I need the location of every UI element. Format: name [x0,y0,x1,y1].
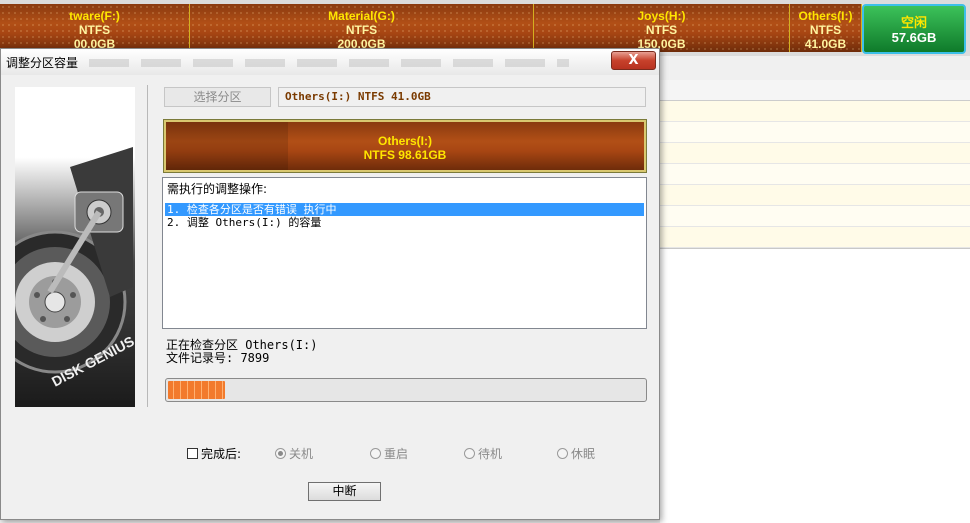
table-row[interactable] [660,122,970,143]
hard-disk-icon: DISK GENIUS [15,147,135,390]
radio-shutdown[interactable]: 关机 [275,445,313,462]
checkbox-icon[interactable] [187,448,198,459]
radio-label: 关机 [289,447,314,461]
partition-block-i[interactable]: Others(I:) NTFS 41.0GB [790,4,862,52]
table-row[interactable] [660,143,970,164]
dialog-title: 调整分区容量 [6,56,79,70]
table-row[interactable] [660,164,970,185]
after-complete-checkbox[interactable]: 完成后: [187,445,241,462]
divider [660,248,970,249]
selected-partition-field: Others(I:) NTFS 41.0GB [278,87,646,107]
partition-size: 41.0GB [804,37,847,51]
partition-name: Joys(H:) [637,9,686,23]
table-row[interactable] [660,206,970,227]
partition-preview-bar: Others(I:) NTFS 98.61GB [166,122,644,170]
partition-block-f[interactable]: tware(F:) NTFS 00.0GB [0,4,190,52]
radio-hibernate[interactable]: 休眠 [557,445,595,462]
table-row[interactable] [660,227,970,248]
partition-fs: NTFS [78,23,111,37]
background-list [660,101,970,248]
radio-icon[interactable] [557,448,568,459]
radio-label: 重启 [384,447,409,461]
radio-icon[interactable] [275,448,286,459]
status-text: 正在检查分区 Others(I:) 文件记录号: 7899 [166,339,317,365]
preview-name: Others(I:) [378,134,432,148]
free-size: 57.6GB [891,30,937,45]
progress-fill [168,381,226,399]
partition-name: Others(I:) [798,9,853,23]
partition-block-g[interactable]: Material(G:) NTFS 200.0GB [190,4,534,52]
radio-reboot[interactable]: 重启 [370,445,408,462]
list-item[interactable]: 1. 检查各分区是否有错误 执行中 [165,203,644,216]
free-space-block[interactable]: 空闲 57.6GB [862,4,966,54]
operations-list[interactable]: 需执行的调整操作: 1. 检查各分区是否有错误 执行中 2. 调整 Others… [162,177,647,329]
after-complete-label: 完成后: [201,447,242,461]
progress-bar [165,378,647,402]
radio-label: 休眠 [571,447,596,461]
list-item[interactable]: 2. 调整 Others(I:) 的容量 [165,216,644,229]
partition-block-h[interactable]: Joys(H:) NTFS 150.0GB [534,4,790,52]
disk-genius-logo-art: DISK GENIUS [15,87,135,407]
table-row[interactable] [660,185,970,206]
radio-icon[interactable] [464,448,475,459]
radio-icon[interactable] [370,448,381,459]
partition-name: tware(F:) [69,9,120,23]
radio-label: 待机 [478,447,503,461]
background-list-header [660,80,970,101]
divider [147,85,148,407]
table-row[interactable] [660,101,970,122]
background-detail-pane [660,248,970,523]
blurred-menu-text [89,59,569,67]
partition-fs: NTFS [345,23,378,37]
select-partition-button[interactable]: 选择分区 [164,87,271,107]
partition-fs: NTFS [645,23,678,37]
free-label: 空闲 [900,15,927,30]
radio-standby[interactable]: 待机 [464,445,502,462]
partition-preview: Others(I:) NTFS 98.61GB [163,119,647,173]
status-line: 文件记录号: 7899 [166,351,270,365]
partition-name: Material(G:) [328,9,395,23]
stop-button[interactable]: 中断 [308,482,381,501]
close-button[interactable]: X [611,51,656,70]
resize-partition-dialog: 调整分区容量 X DISK GENIUS 选择分区 Others(I:) NTF… [0,48,660,520]
partition-fs: NTFS [809,23,842,37]
operations-title: 需执行的调整操作: [167,182,268,196]
dialog-titlebar[interactable]: 调整分区容量 X [1,49,659,75]
preview-detail: NTFS 98.61GB [363,148,447,162]
